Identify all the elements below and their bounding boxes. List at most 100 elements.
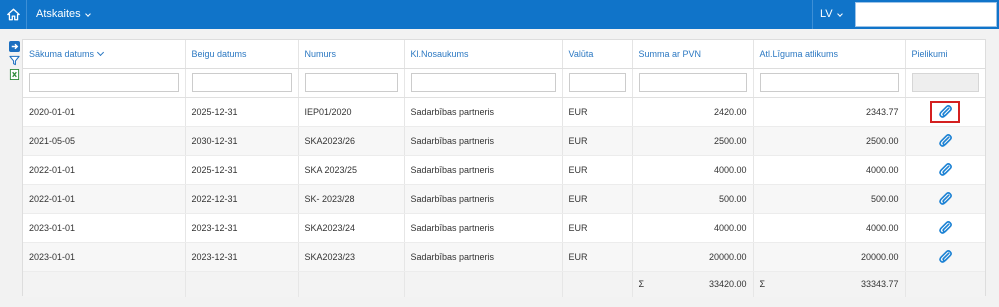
- cell-start-date: 2021-05-05: [23, 126, 186, 156]
- cell-attachments: [905, 126, 985, 156]
- cell-contract-balance: 2500.00: [753, 126, 906, 156]
- cell-contract-balance: 500.00: [753, 184, 906, 214]
- table-row[interactable]: 2022-01-01 2022-12-31 SK- 2023/28 Sadarbība…: [23, 184, 985, 214]
- paperclip-icon: [938, 192, 952, 205]
- cell-number: SKA2023/26: [298, 126, 405, 156]
- attachment-button[interactable]: [930, 130, 960, 152]
- column-header-currency[interactable]: Valūta: [562, 40, 633, 69]
- sigma-symbol: Σ: [638, 279, 645, 290]
- filter-start-date[interactable]: [29, 73, 179, 92]
- cell-client-name: Sadarbības partneris: [404, 213, 563, 243]
- search-input[interactable]: [855, 2, 997, 27]
- column-header-client-name[interactable]: Kl.Nosaukums: [404, 40, 563, 69]
- cell-sum-with-vat: 2500.00: [632, 126, 754, 156]
- cell-sum-with-vat: 500.00: [632, 184, 754, 214]
- cell-number: SKA2023/24: [298, 213, 405, 243]
- reports-menu[interactable]: Atskaites: [36, 0, 91, 29]
- cell-attachments: [905, 213, 985, 243]
- cell-currency: EUR: [562, 242, 633, 272]
- filter-attachments: [911, 73, 979, 92]
- cell-currency: EUR: [562, 155, 633, 185]
- home-icon: [6, 8, 20, 21]
- cell-client-name: Sadarbības partneris: [404, 155, 563, 185]
- cell-start-date: 2022-01-01: [23, 155, 186, 185]
- attachment-button[interactable]: [930, 159, 960, 181]
- chevron-down-icon: [836, 10, 843, 17]
- column-header-end-date[interactable]: Beigu datums: [185, 40, 299, 69]
- filter-client-name[interactable]: [410, 73, 556, 92]
- paperclip-icon: [938, 105, 952, 118]
- reports-menu-label: Atskaites: [36, 8, 81, 20]
- cell-currency: EUR: [562, 184, 633, 214]
- cell-sum-with-vat: 2420.00: [632, 97, 754, 127]
- table-row[interactable]: 2022-01-01 2025-12-31 SKA 2023/25 Sadarbība…: [23, 155, 985, 185]
- table-row[interactable]: 2020-01-01 2025-12-31 IEP01/2020 Sadarbības…: [23, 97, 985, 127]
- cell-number: SK- 2023/28: [298, 184, 405, 214]
- cell-number: SKA 2023/25: [298, 155, 405, 185]
- attachment-button[interactable]: [930, 100, 961, 123]
- filter-sum-with-vat[interactable]: [638, 73, 747, 92]
- topbar-divider: [812, 0, 813, 29]
- filter-icon[interactable]: [9, 55, 20, 66]
- chevron-down-icon: [84, 10, 91, 17]
- filter-currency[interactable]: [568, 73, 626, 92]
- cell-client-name: Sadarbības partneris: [404, 242, 563, 272]
- total-sum: Σ 33420.00: [632, 270, 754, 297]
- paperclip-icon: [938, 163, 952, 176]
- column-header-attachments: Pielikumi: [905, 40, 985, 69]
- cell-end-date: 2023-12-31: [185, 242, 299, 272]
- column-header-start-date[interactable]: Sākuma datums: [23, 40, 186, 69]
- table-row[interactable]: 2023-01-01 2023-12-31 SKA2023/24 Sadarbības…: [23, 213, 985, 243]
- column-header-number[interactable]: Numurs: [298, 40, 405, 69]
- sigma-symbol: Σ: [759, 279, 766, 290]
- attachment-button[interactable]: [930, 188, 960, 210]
- filter-number[interactable]: [304, 73, 398, 92]
- attachment-button[interactable]: [930, 217, 960, 239]
- cell-currency: EUR: [562, 213, 633, 243]
- cell-contract-balance: 4000.00: [753, 155, 906, 185]
- cell-attachments: [905, 97, 985, 127]
- cell-end-date: 2025-12-31: [185, 155, 299, 185]
- cell-end-date: 2022-12-31: [185, 184, 299, 214]
- table-row[interactable]: 2021-05-05 2030-12-31 SKA2023/26 Sadarbības…: [23, 126, 985, 156]
- paperclip-icon: [938, 134, 952, 147]
- cell-start-date: 2023-01-01: [23, 242, 186, 272]
- cell-number: IEP01/2020: [298, 97, 405, 127]
- filter-contract-balance[interactable]: [759, 73, 899, 92]
- column-header-contract-balance[interactable]: Atl.Līguma atlikums: [753, 40, 906, 69]
- cell-end-date: 2023-12-31: [185, 213, 299, 243]
- topbar-divider: [26, 0, 27, 29]
- home-button[interactable]: [0, 0, 26, 29]
- cell-start-date: 2023-01-01: [23, 213, 186, 243]
- cell-sum-with-vat: 4000.00: [632, 213, 754, 243]
- excel-icon[interactable]: [9, 69, 20, 80]
- filter-row: [23, 68, 985, 98]
- cell-end-date: 2025-12-31: [185, 97, 299, 127]
- cell-sum-with-vat: 4000.00: [632, 155, 754, 185]
- reports-table: Sākuma datums Beigu datums Numurs Kl.Nos…: [23, 40, 985, 297]
- table-toolbar: [9, 41, 20, 83]
- filter-end-date[interactable]: [191, 73, 292, 92]
- total-balance: Σ 33343.77: [753, 270, 906, 297]
- arrow-right-icon[interactable]: [9, 41, 20, 52]
- language-selector[interactable]: LV: [820, 0, 843, 29]
- cell-number: SKA2023/23: [298, 242, 405, 272]
- cell-sum-with-vat: 20000.00: [632, 242, 754, 272]
- cell-currency: EUR: [562, 126, 633, 156]
- cell-client-name: Sadarbības partneris: [404, 184, 563, 214]
- paperclip-icon: [938, 221, 952, 234]
- attachment-button[interactable]: [930, 246, 960, 268]
- cell-end-date: 2030-12-31: [185, 126, 299, 156]
- cell-client-name: Sadarbības partneris: [404, 97, 563, 127]
- table-header-row: Sākuma datums Beigu datums Numurs Kl.Nos…: [23, 40, 985, 69]
- paperclip-icon: [938, 250, 952, 263]
- reports-table-panel: Sākuma datums Beigu datums Numurs Kl.Nos…: [22, 39, 986, 297]
- table-row[interactable]: 2023-01-01 2023-12-31 SKA2023/23 Sadarbības…: [23, 242, 985, 272]
- cell-start-date: 2020-01-01: [23, 97, 186, 127]
- cell-attachments: [905, 184, 985, 214]
- cell-contract-balance: 4000.00: [753, 213, 906, 243]
- column-header-sum-with-vat[interactable]: Summa ar PVN: [632, 40, 754, 69]
- top-bar: Atskaites LV: [0, 0, 999, 29]
- cell-client-name: Sadarbības partneris: [404, 126, 563, 156]
- cell-start-date: 2022-01-01: [23, 184, 186, 214]
